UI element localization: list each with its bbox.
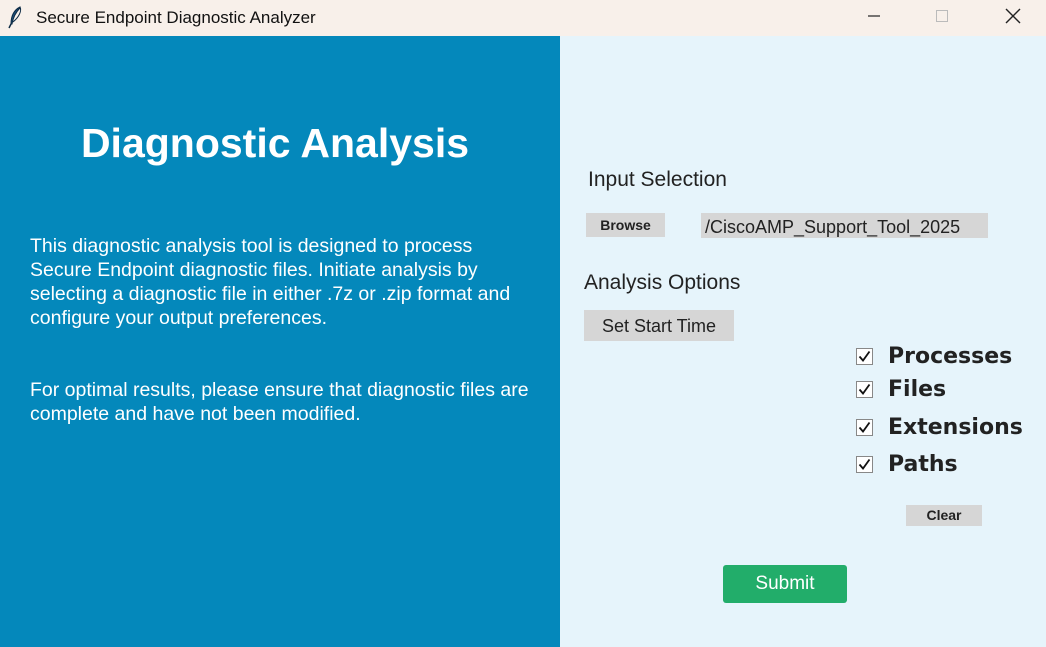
title-bar: Secure Endpoint Diagnostic Analyzer — [0, 0, 1046, 36]
browse-button[interactable]: Browse — [586, 213, 665, 237]
processes-checkbox[interactable] — [856, 347, 873, 365]
extensions-checkbox[interactable] — [856, 418, 873, 436]
window-title: Secure Endpoint Diagnostic Analyzer — [36, 8, 316, 27]
app-window: Secure Endpoint Diagnostic Analyzer Diag… — [0, 0, 1046, 647]
files-label: Files — [888, 376, 947, 402]
set-start-time-button[interactable]: Set Start Time — [584, 310, 734, 341]
clear-button[interactable]: Clear — [906, 505, 982, 526]
info-panel: Diagnostic Analysis This diagnostic anal… — [0, 36, 560, 647]
paths-label: Paths — [888, 451, 958, 477]
minimize-button[interactable] — [851, 0, 897, 36]
option-paths[interactable]: Paths — [856, 450, 958, 478]
option-processes[interactable]: Processes — [856, 342, 1012, 370]
input-selection-heading: Input Selection — [588, 168, 727, 191]
paths-checkbox[interactable] — [856, 455, 873, 473]
files-checkbox[interactable] — [856, 380, 873, 398]
submit-button[interactable]: Submit — [723, 565, 847, 603]
close-icon — [1005, 8, 1021, 29]
selected-path-field: /CiscoAMP_Support_Tool_2025 — [701, 213, 988, 238]
option-extensions[interactable]: Extensions — [856, 413, 1023, 441]
description-note: For optimal results, please ensure that … — [30, 379, 529, 425]
extensions-label: Extensions — [888, 414, 1023, 440]
option-files[interactable]: Files — [856, 375, 946, 403]
description-paragraph: This diagnostic analysis tool is designe… — [30, 235, 511, 329]
processes-label: Processes — [888, 343, 1013, 369]
maximize-button[interactable] — [919, 0, 965, 36]
feather-icon — [6, 5, 26, 29]
maximize-icon — [935, 9, 949, 28]
page-title: Diagnostic Analysis — [80, 120, 470, 166]
minimize-icon — [867, 9, 881, 28]
close-button[interactable] — [990, 0, 1036, 36]
analysis-options-heading: Analysis Options — [584, 271, 741, 294]
form-panel: Input Selection Browse /CiscoAMP_Support… — [560, 36, 1046, 647]
